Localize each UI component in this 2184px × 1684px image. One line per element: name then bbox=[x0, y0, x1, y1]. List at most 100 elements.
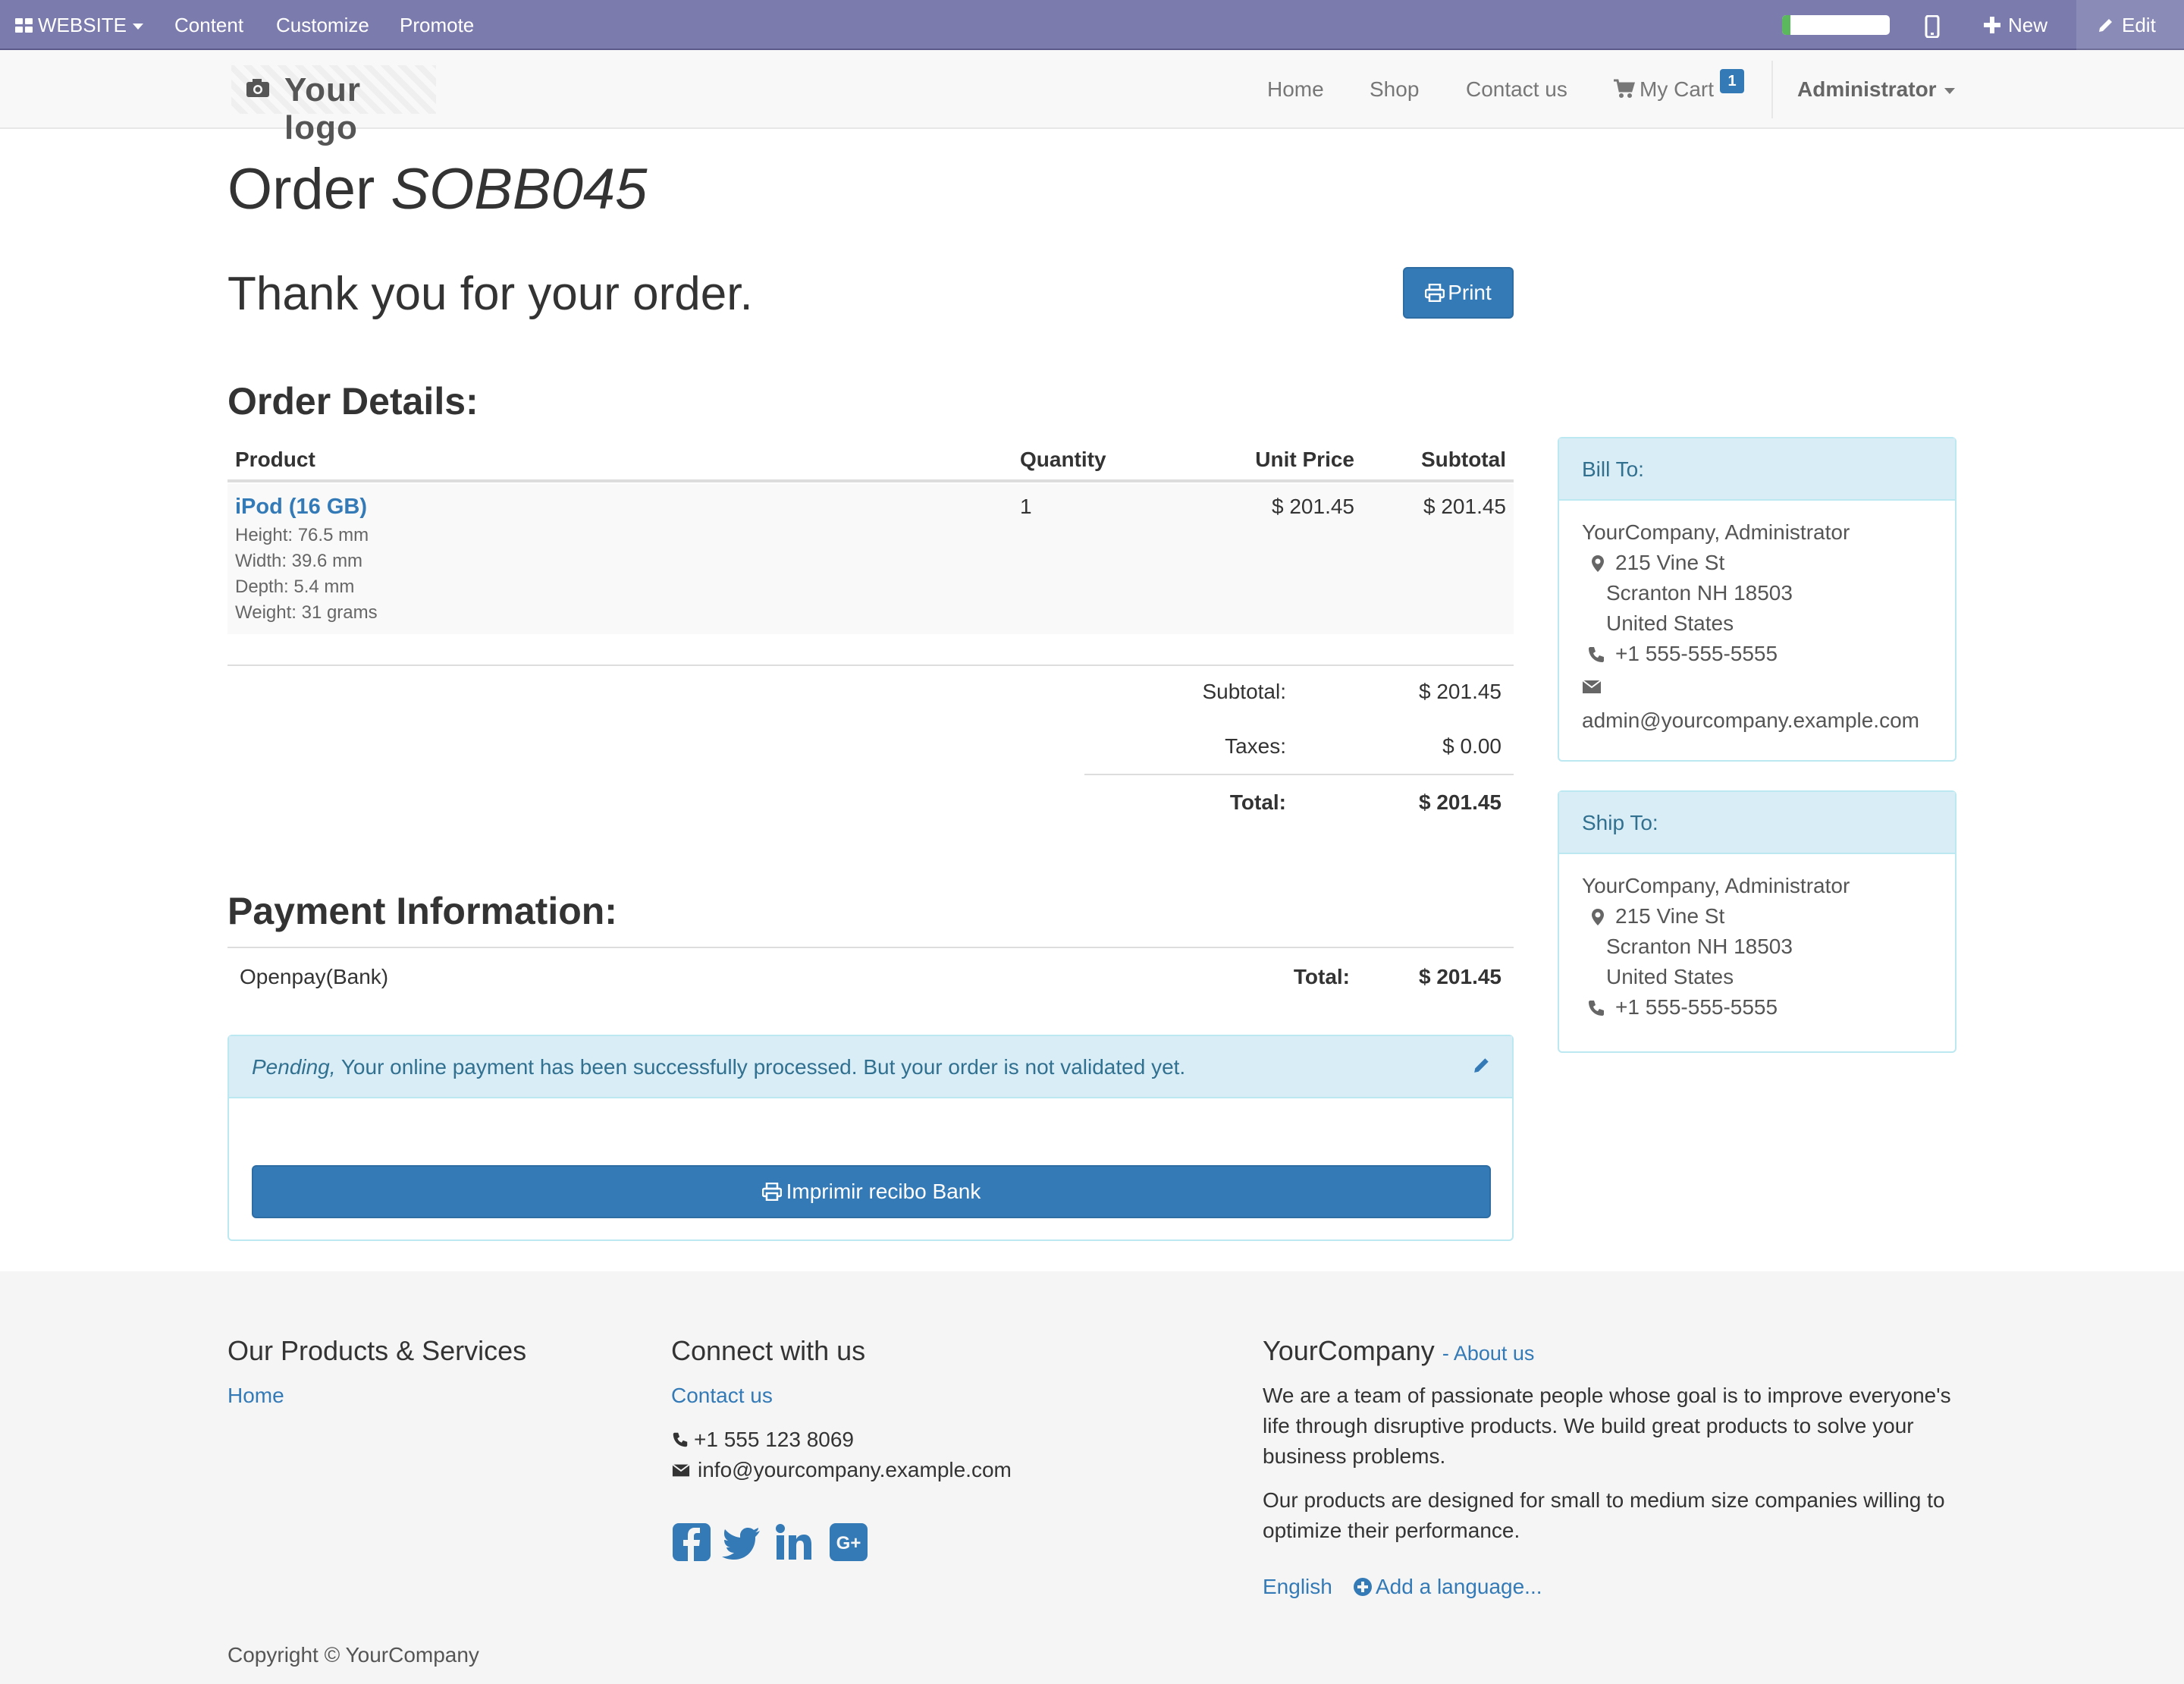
product-attr-weight: Weight: 31 grams bbox=[235, 602, 378, 623]
ship-to-city: Scranton NH 18503 bbox=[1606, 935, 1793, 958]
taxes-label: Taxes: bbox=[1225, 734, 1286, 758]
nav-home[interactable]: Home bbox=[1267, 50, 1324, 129]
pencil-icon[interactable] bbox=[1473, 1056, 1491, 1074]
website-menu-label: WEBSITE bbox=[38, 14, 127, 36]
nav-cart[interactable]: My Cart 1 bbox=[1614, 50, 1744, 129]
footer-home-link[interactable]: Home bbox=[228, 1384, 284, 1408]
logo[interactable]: Your logo bbox=[231, 65, 436, 146]
bill-to-phone: +1 555-555-5555 bbox=[1615, 642, 1778, 665]
payment-status: Pending, bbox=[252, 1055, 336, 1079]
plus-circle-icon bbox=[1354, 1578, 1372, 1596]
progress-fill bbox=[1782, 15, 1791, 35]
bill-to-panel: Bill To: YourCompany, Administrator 215 … bbox=[1558, 437, 1956, 762]
customize-menu[interactable]: Customize bbox=[276, 0, 369, 50]
new-button-label: New bbox=[2008, 14, 2048, 36]
print-button[interactable]: Print bbox=[1403, 267, 1514, 319]
footer bbox=[0, 1271, 2184, 1684]
product-link[interactable]: iPod (16 GB) bbox=[235, 495, 367, 520]
add-language-link[interactable]: Add a language... bbox=[1353, 1575, 1542, 1599]
progress-bar bbox=[1782, 15, 1890, 35]
linkedin-icon[interactable] bbox=[774, 1522, 814, 1563]
col-subtotal: Subtotal bbox=[1421, 448, 1506, 471]
ship-to-country: United States bbox=[1606, 965, 1734, 988]
print-button-label: Print bbox=[1448, 281, 1492, 304]
footer-contact-link[interactable]: Contact us bbox=[671, 1384, 773, 1408]
nav-contact[interactable]: Contact us bbox=[1466, 50, 1567, 129]
bill-to-street: 215 Vine St bbox=[1615, 551, 1725, 574]
phone-icon bbox=[1589, 1001, 1604, 1016]
ship-to-name: YourCompany, Administrator bbox=[1582, 874, 1850, 897]
bill-to-name: YourCompany, Administrator bbox=[1582, 520, 1850, 544]
plus-icon bbox=[1984, 17, 2000, 33]
thank-you-heading: Thank you for your order. bbox=[228, 268, 753, 320]
footer-phone: +1 555 123 8069 bbox=[694, 1428, 854, 1451]
payment-total-label: Total: bbox=[1293, 965, 1350, 988]
promote-menu[interactable]: Promote bbox=[400, 0, 474, 50]
footer-email: info@yourcompany.example.com bbox=[698, 1458, 1012, 1481]
edit-button[interactable]: Edit bbox=[2098, 0, 2156, 50]
bill-to-email: admin@yourcompany.example.com bbox=[1582, 708, 1919, 732]
order-number: SOBB045 bbox=[391, 157, 648, 221]
bill-to-title: Bill To: bbox=[1559, 438, 1955, 501]
total-label: Total: bbox=[1229, 790, 1286, 814]
copyright: Copyright © YourCompany bbox=[228, 1643, 479, 1667]
language-english-link[interactable]: English bbox=[1263, 1575, 1332, 1599]
cart-icon bbox=[1614, 79, 1636, 98]
order-details-title: Order Details: bbox=[228, 380, 479, 423]
phone-icon bbox=[1589, 647, 1604, 662]
logo-text: Your logo bbox=[284, 71, 361, 146]
mobile-preview-button[interactable] bbox=[1925, 0, 1940, 50]
bill-to-city: Scranton NH 18503 bbox=[1606, 581, 1793, 605]
map-marker-icon bbox=[1592, 555, 1604, 572]
new-button[interactable]: New bbox=[1984, 0, 2048, 50]
map-marker-icon bbox=[1592, 909, 1604, 925]
print-receipt-button[interactable]: Imprimir recibo Bank bbox=[252, 1165, 1491, 1218]
taxes-value: $ 0.00 bbox=[1442, 734, 1502, 758]
twitter-icon[interactable] bbox=[722, 1522, 763, 1563]
product-attr-width: Width: 39.6 mm bbox=[235, 551, 363, 571]
payment-info-title: Payment Information: bbox=[228, 890, 617, 932]
divider bbox=[228, 947, 1514, 948]
facebook-icon[interactable] bbox=[671, 1522, 712, 1563]
product-attr-height: Height: 76.5 mm bbox=[235, 525, 369, 545]
order-label: Order bbox=[228, 157, 375, 221]
envelope-icon bbox=[672, 1463, 690, 1477]
nav-cart-label: My Cart bbox=[1640, 77, 1714, 101]
line-quantity: 1 bbox=[1020, 495, 1032, 518]
google-plus-icon[interactable]: G+ bbox=[828, 1522, 869, 1563]
website-navbar: Your logo Home Shop Contact us My Cart 1 … bbox=[0, 50, 2184, 146]
caret-down-icon bbox=[1944, 87, 1955, 94]
caret-down-icon bbox=[133, 24, 144, 30]
footer-products-title: Our Products & Services bbox=[228, 1335, 527, 1366]
ship-to-title: Ship To: bbox=[1559, 792, 1955, 854]
payment-status-panel: Pending, Your online payment has been su… bbox=[228, 1035, 1514, 1241]
payment-status-alert: Pending, Your online payment has been su… bbox=[229, 1036, 1512, 1098]
subtotal-value: $ 201.45 bbox=[1419, 680, 1502, 703]
ship-to-street: 215 Vine St bbox=[1615, 904, 1725, 928]
col-quantity: Quantity bbox=[1020, 448, 1106, 471]
nav-divider bbox=[1771, 61, 1773, 118]
user-menu[interactable]: Administrator bbox=[1797, 50, 1955, 129]
camera-icon bbox=[246, 79, 269, 97]
printer-icon bbox=[1424, 283, 1445, 303]
line-subtotal: $ 201.45 bbox=[1423, 495, 1506, 518]
product-attr-depth: Depth: 5.4 mm bbox=[235, 577, 355, 597]
divider bbox=[1084, 774, 1514, 775]
pencil-icon bbox=[2099, 19, 2112, 32]
footer-connect-title: Connect with us bbox=[671, 1335, 866, 1366]
add-language-label: Add a language... bbox=[1376, 1575, 1542, 1598]
cart-count-badge: 1 bbox=[1720, 69, 1744, 93]
footer-about-link[interactable]: - About us bbox=[1442, 1342, 1535, 1365]
footer-about-para-1: We are a team of passionate people whose… bbox=[1263, 1384, 1951, 1468]
edit-button-label: Edit bbox=[2122, 14, 2156, 36]
line-unit-price: $ 201.45 bbox=[1272, 495, 1354, 518]
phone-icon bbox=[673, 1432, 688, 1447]
nav-shop[interactable]: Shop bbox=[1370, 50, 1419, 129]
footer-company-name: YourCompany bbox=[1263, 1335, 1435, 1366]
admin-bar: WEBSITE Content Customize Promote New Ed… bbox=[0, 0, 2184, 50]
total-value: $ 201.45 bbox=[1419, 790, 1502, 814]
divider bbox=[228, 664, 1514, 666]
payment-method: Openpay(Bank) bbox=[240, 965, 389, 988]
website-menu[interactable]: WEBSITE bbox=[15, 0, 144, 50]
content-menu[interactable]: Content bbox=[174, 0, 243, 50]
